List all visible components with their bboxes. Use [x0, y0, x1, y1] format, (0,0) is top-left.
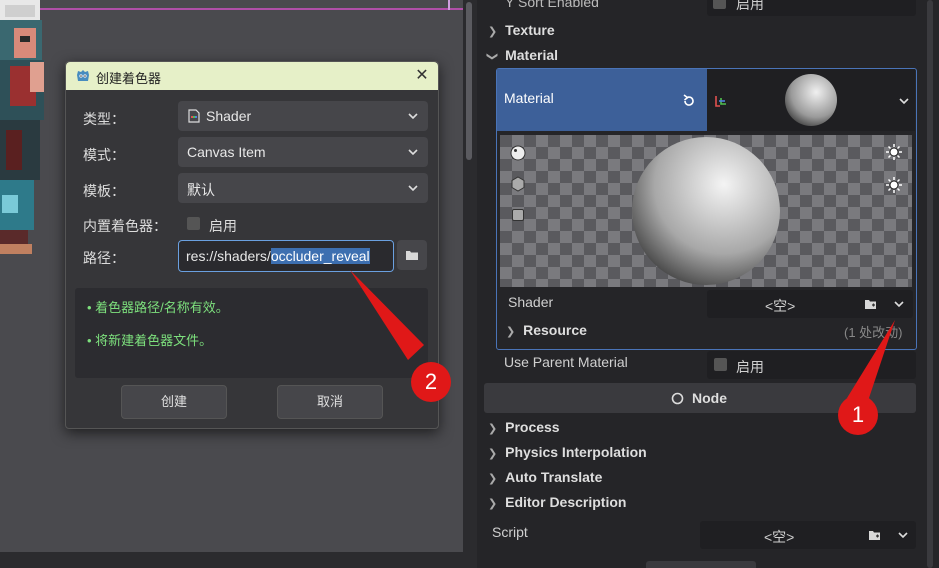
- physics-interpolation-section[interactable]: ❯ Physics Interpolation: [488, 444, 647, 460]
- auto-translate-section[interactable]: ❯ Auto Translate: [488, 469, 602, 485]
- node-header-label: Node: [692, 390, 727, 406]
- texture-section[interactable]: ❯ Texture: [488, 22, 555, 38]
- script-resource-picker[interactable]: <空>: [700, 521, 916, 549]
- add-metadata-button[interactable]: [646, 561, 756, 568]
- resource-section-label: Resource: [523, 322, 587, 338]
- hexagon-mesh-icon[interactable]: [509, 175, 527, 193]
- script-label: Script: [492, 524, 528, 540]
- load-folder-icon[interactable]: [864, 297, 879, 311]
- shader-resource-picker[interactable]: <空>: [707, 290, 913, 318]
- material-thumbnail: [785, 74, 837, 126]
- chevron-right-icon: ❯: [488, 498, 498, 510]
- validation-message: • 将新建着色器文件。: [87, 333, 213, 348]
- chevron-right-icon: ❯: [488, 448, 498, 460]
- material-property-row[interactable]: Material: [497, 69, 707, 131]
- template-value: 默认: [187, 182, 215, 198]
- mode-value: Canvas Item: [187, 144, 266, 160]
- path-label: 路径：: [83, 250, 125, 266]
- section-label: Editor Description: [505, 494, 627, 510]
- chevron-down-icon[interactable]: [896, 528, 910, 542]
- type-value: Shader: [206, 108, 252, 124]
- type-select[interactable]: Shader: [178, 101, 428, 131]
- section-label: Physics Interpolation: [505, 444, 647, 460]
- chevron-down-icon: [408, 113, 418, 120]
- dialog-title: 创建着色器: [96, 71, 162, 86]
- dialog-title-bar[interactable]: 创建着色器 ✕: [66, 62, 438, 90]
- y-sort-label: Y Sort Enabled: [505, 0, 599, 10]
- use-parent-material-checkbox[interactable]: [714, 358, 727, 371]
- path-prefix: res://shaders/: [186, 248, 271, 264]
- chevron-down-icon[interactable]: [892, 297, 906, 311]
- use-parent-material-checkbox-label: 启用: [736, 359, 764, 375]
- material-resource-picker[interactable]: [707, 69, 915, 131]
- inspector-scrollbar-thumb[interactable]: [927, 0, 933, 568]
- material-preview[interactable]: [500, 135, 912, 287]
- chevron-down-icon: ❯: [486, 51, 499, 62]
- load-folder-icon[interactable]: [868, 528, 883, 542]
- shader-file-icon: [188, 109, 200, 123]
- builtin-checkbox[interactable]: [187, 217, 200, 230]
- use-parent-material-label: Use Parent Material: [504, 354, 628, 370]
- folder-icon: [406, 251, 418, 260]
- chevron-right-icon: ❯: [488, 423, 498, 435]
- viewport-bottom-bar: [0, 552, 477, 568]
- y-sort-checkbox[interactable]: [713, 0, 726, 9]
- godot-logo-icon: [77, 70, 89, 81]
- character-sprite: [0, 0, 44, 254]
- cube-mesh-icon[interactable]: [509, 206, 527, 224]
- chevron-down-icon: [408, 185, 418, 192]
- shader-value: <空>: [765, 298, 796, 314]
- path-selected-text: occluder_reveal: [270, 248, 370, 264]
- shader-material-icon: [715, 96, 726, 107]
- builtin-label: 内置着色器：: [83, 218, 167, 234]
- annotation-marker-2: 2: [411, 362, 451, 402]
- process-section[interactable]: ❯ Process: [488, 419, 560, 435]
- chevron-down-icon: [408, 149, 418, 156]
- viewport-scrollbar-thumb[interactable]: [466, 2, 472, 160]
- shader-label: Shader: [508, 294, 554, 310]
- script-value: <空>: [764, 529, 795, 545]
- texture-section-label: Texture: [505, 22, 555, 38]
- section-label: Auto Translate: [505, 469, 603, 485]
- builtin-checkbox-label: 启用: [209, 218, 237, 234]
- template-select[interactable]: 默认: [178, 173, 428, 203]
- viewport-guide-marker: [448, 0, 450, 10]
- template-label: 模板：: [83, 183, 125, 199]
- annotation-marker-1: 1: [838, 395, 878, 435]
- material-section-label: Material: [505, 47, 559, 63]
- editor-description-section[interactable]: ❯ Editor Description: [488, 494, 626, 510]
- y-sort-checkbox-label: 启用: [736, 0, 764, 12]
- validation-message: • 着色器路径/名称有效。: [87, 300, 229, 315]
- light-2-icon[interactable]: [885, 176, 903, 194]
- y-sort-value[interactable]: 启用: [707, 0, 916, 16]
- material-label: Material: [504, 90, 554, 106]
- chevron-down-icon[interactable]: [897, 94, 911, 108]
- viewport-guide-line: [0, 8, 477, 10]
- close-icon[interactable]: ✕: [411, 66, 433, 86]
- revert-icon[interactable]: [681, 93, 697, 109]
- sphere-mesh-icon[interactable]: [509, 144, 527, 162]
- mode-select[interactable]: Canvas Item: [178, 137, 428, 167]
- resource-section[interactable]: ❯ Resource: [506, 322, 587, 338]
- chevron-right-icon: ❯: [488, 473, 498, 485]
- light-1-icon[interactable]: [885, 143, 903, 161]
- type-label: 类型：: [83, 111, 125, 127]
- node-circle-icon: [671, 392, 684, 405]
- chevron-right-icon: ❯: [488, 26, 498, 38]
- material-section[interactable]: ❯ Material: [486, 47, 559, 63]
- mode-label: 模式：: [83, 147, 125, 163]
- create-button[interactable]: 创建: [121, 385, 227, 419]
- section-label: Process: [505, 419, 560, 435]
- chevron-right-icon: ❯: [506, 326, 516, 338]
